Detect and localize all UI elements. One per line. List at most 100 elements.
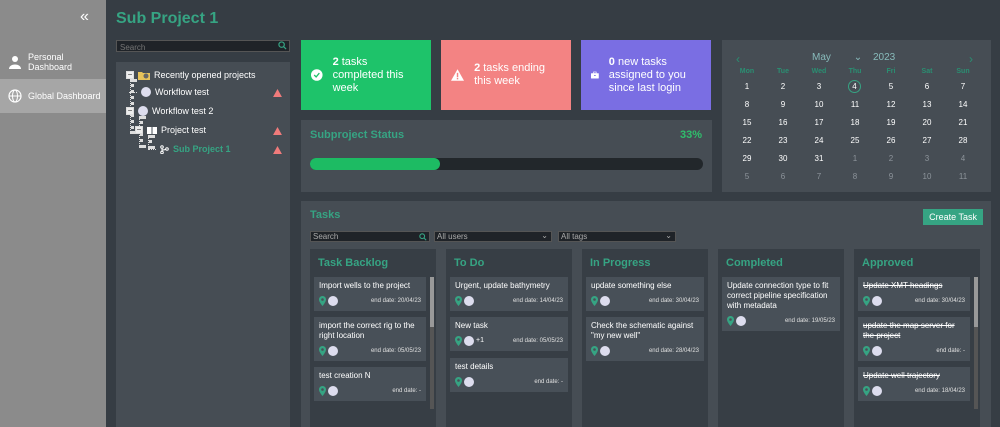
collapse-nav-icon[interactable]: « xyxy=(80,9,89,25)
avatar[interactable] xyxy=(328,386,338,396)
calendar-day[interactable]: 2 xyxy=(772,82,794,91)
task-card[interactable]: update something else end date: 30/04/23 xyxy=(586,277,704,311)
calendar-day[interactable]: 3 xyxy=(916,154,938,163)
tree-search-input[interactable] xyxy=(117,42,267,53)
calendar-day[interactable]: 8 xyxy=(844,172,866,181)
calendar-day[interactable]: 11 xyxy=(952,172,974,181)
calendar-day[interactable]: 4 xyxy=(848,80,861,93)
next-month-icon[interactable]: › xyxy=(969,52,973,66)
tree-item-workflow-test-2[interactable]: − Workflow test 2 xyxy=(126,106,213,116)
calendar-day[interactable]: 26 xyxy=(880,136,902,145)
task-card[interactable]: Update connection type to fit correct pi… xyxy=(722,277,840,331)
avatar[interactable] xyxy=(328,296,338,306)
calendar-day[interactable]: 11 xyxy=(844,100,866,109)
avatar[interactable] xyxy=(736,316,746,326)
task-card[interactable]: Urgent, update bathymetry end date: 14/04… xyxy=(450,277,568,311)
calendar-day[interactable]: 9 xyxy=(772,100,794,109)
calendar-day[interactable]: 6 xyxy=(916,82,938,91)
tree-collapse-icon[interactable]: − xyxy=(126,71,134,79)
calendar-day[interactable]: 1 xyxy=(736,82,758,91)
scrollbar-thumb[interactable] xyxy=(430,277,434,327)
tree-item-workflow-test[interactable]: Workflow test xyxy=(129,87,209,97)
task-card[interactable]: update the map server for the project end… xyxy=(858,317,970,361)
tree-collapse-icon[interactable]: − xyxy=(135,126,143,134)
task-card[interactable]: Update well trajectory end date: 18/04/23 xyxy=(858,367,970,401)
calendar-day[interactable]: 6 xyxy=(772,172,794,181)
calendar-day[interactable]: 21 xyxy=(952,118,974,127)
task-card[interactable]: test details end date: - xyxy=(450,358,568,392)
calendar-day[interactable]: 30 xyxy=(772,154,794,163)
calendar-day[interactable]: 28 xyxy=(952,136,974,145)
calendar-day[interactable]: 15 xyxy=(736,118,758,127)
task-card[interactable]: import the correct rig to the right loca… xyxy=(314,317,426,361)
avatar[interactable] xyxy=(872,386,882,396)
column-scrollbar[interactable] xyxy=(974,277,978,409)
tree-item-sub-project-1[interactable]: Sub Project 1 xyxy=(148,144,231,154)
calendar-day[interactable]: 29 xyxy=(736,154,758,163)
calendar-day[interactable]: 10 xyxy=(916,172,938,181)
task-card[interactable]: New task +1 end date: 05/05/23 xyxy=(450,317,568,351)
task-title: Update connection type to fit correct pi… xyxy=(727,281,829,310)
avatar[interactable] xyxy=(872,346,882,356)
scrollbar-thumb[interactable] xyxy=(974,277,978,327)
calendar-day[interactable]: 1 xyxy=(844,154,866,163)
stat-card-text: 2 tasks ending this week xyxy=(474,62,561,88)
task-end-date: end date: 30/04/23 xyxy=(648,298,699,304)
task-card[interactable]: Update XMT headings end date: 30/04/23 xyxy=(858,277,970,311)
avatar[interactable] xyxy=(464,336,474,346)
calendar-day[interactable]: 4 xyxy=(952,154,974,163)
avatar[interactable] xyxy=(464,296,474,306)
calendar-day[interactable]: 18 xyxy=(844,118,866,127)
avatar[interactable] xyxy=(872,296,882,306)
task-title: update something else xyxy=(591,281,672,290)
calendar-day[interactable]: 2 xyxy=(880,154,902,163)
task-meta: end date: 20/04/23 xyxy=(319,295,421,307)
task-card[interactable]: Import wells to the project end date: 20/… xyxy=(314,277,426,311)
nav-item-personal-dashboard[interactable]: Personal Dashboard xyxy=(0,45,106,79)
avatar[interactable] xyxy=(600,346,610,356)
calendar-day[interactable]: 7 xyxy=(808,172,830,181)
calendar-day[interactable]: 14 xyxy=(952,100,974,109)
calendar-day[interactable]: 23 xyxy=(772,136,794,145)
calendar-day[interactable]: 13 xyxy=(916,100,938,109)
calendar-day[interactable]: 25 xyxy=(844,136,866,145)
calendar-day[interactable]: 5 xyxy=(736,172,758,181)
tags-filter-select[interactable]: All tags ⌄ xyxy=(558,231,676,242)
task-card[interactable]: test creation N end date: - xyxy=(314,367,426,401)
calendar-day[interactable]: 9 xyxy=(880,172,902,181)
calendar-day[interactable]: 19 xyxy=(880,118,902,127)
avatar[interactable] xyxy=(464,377,474,387)
users-filter-select[interactable]: All users ⌄ xyxy=(434,231,552,242)
calendar-day[interactable]: 24 xyxy=(808,136,830,145)
calendar-day[interactable]: 10 xyxy=(808,100,830,109)
calendar-day[interactable]: 27 xyxy=(916,136,938,145)
avatar[interactable] xyxy=(328,346,338,356)
calendar-day[interactable]: 16 xyxy=(772,118,794,127)
calendar-day[interactable]: 8 xyxy=(736,100,758,109)
calendar-day[interactable]: 31 xyxy=(808,154,830,163)
column-scrollbar[interactable] xyxy=(430,277,434,409)
calendar-day[interactable]: 17 xyxy=(808,118,830,127)
search-icon[interactable] xyxy=(278,41,287,50)
task-meta: end date: 18/04/23 xyxy=(863,385,965,397)
prev-month-icon[interactable]: ‹ xyxy=(736,52,740,66)
create-task-button[interactable]: Create Task xyxy=(923,209,983,225)
task-title: Urgent, update bathymetry xyxy=(455,281,550,290)
calendar-day[interactable]: 5 xyxy=(880,82,902,91)
tree-collapse-icon[interactable]: − xyxy=(126,107,134,115)
tree-item-project-test[interactable]: − Project test xyxy=(135,125,206,135)
task-search[interactable]: Search xyxy=(310,231,430,242)
task-card[interactable]: Check the schematic against "my new well… xyxy=(586,317,704,361)
tree-root[interactable]: − Recently opened projects xyxy=(126,70,256,80)
nav-item-global-dashboard[interactable]: Global Dashboard xyxy=(0,79,106,113)
calendar-day[interactable]: 12 xyxy=(880,100,902,109)
calendar-day[interactable]: 3 xyxy=(808,82,830,91)
year-label[interactable]: 2023 xyxy=(873,52,895,63)
location-pin-icon xyxy=(455,377,462,387)
calendar-day[interactable]: 22 xyxy=(736,136,758,145)
avatar[interactable] xyxy=(600,296,610,306)
month-select[interactable]: May ⌄ xyxy=(812,52,862,63)
calendar-day[interactable]: 7 xyxy=(952,82,974,91)
folder-icon xyxy=(138,72,150,80)
calendar-day[interactable]: 20 xyxy=(916,118,938,127)
